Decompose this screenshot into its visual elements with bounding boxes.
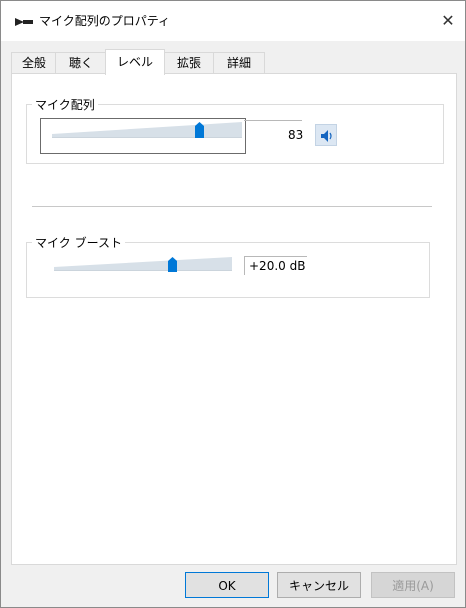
speaker-icon: [321, 130, 332, 142]
level-box-border: [244, 120, 302, 121]
mic-array-slider-track[interactable]: [52, 122, 242, 138]
microphone-icon: [15, 18, 33, 26]
tab-listen[interactable]: 聴く: [55, 52, 107, 74]
ok-button[interactable]: OK: [185, 572, 269, 598]
tab-label: 拡張: [176, 56, 201, 70]
cancel-button[interactable]: キャンセル: [277, 572, 361, 598]
levels-panel: マイク配列 83 マイク ブースト +20.0 dB: [11, 73, 457, 565]
tab-label: 聴く: [68, 56, 93, 70]
properties-dialog: マイク配列のプロパティ ✕ 全般 聴く レベル 拡張 詳細 マイク配列 83 マ…: [0, 0, 466, 608]
apply-button[interactable]: 適用(A): [371, 572, 455, 598]
tab-label: レベル: [116, 55, 153, 69]
close-button[interactable]: ✕: [437, 11, 459, 31]
close-icon: ✕: [441, 11, 455, 30]
cancel-button-label: キャンセル: [288, 579, 349, 593]
mic-boost-value-box: +20.0 dB: [244, 256, 307, 275]
window-title: マイク配列のプロパティ: [39, 14, 171, 28]
title-bar: マイク配列のプロパティ ✕: [1, 1, 465, 41]
tab-general[interactable]: 全般: [11, 52, 57, 74]
mute-button[interactable]: [315, 124, 337, 146]
mic-boost-slider-track[interactable]: [54, 257, 232, 271]
tab-advanced[interactable]: 詳細: [213, 52, 265, 74]
mic-array-label: マイク配列: [32, 96, 98, 113]
mic-array-level-value: 83: [288, 128, 304, 142]
apply-button-label: 適用(A): [392, 579, 434, 593]
tab-label: 全般: [21, 56, 46, 70]
mic-boost-value: +20.0 dB: [249, 259, 306, 273]
tab-label: 詳細: [226, 56, 251, 70]
mic-boost-slider-thumb[interactable]: [168, 257, 177, 272]
mic-array-slider-thumb[interactable]: [195, 122, 204, 138]
tab-levels[interactable]: レベル: [105, 49, 165, 75]
section-divider: [32, 206, 432, 207]
mic-boost-label: マイク ブースト: [32, 234, 125, 251]
ok-button-label: OK: [218, 579, 236, 593]
tab-enhancements[interactable]: 拡張: [163, 52, 215, 74]
